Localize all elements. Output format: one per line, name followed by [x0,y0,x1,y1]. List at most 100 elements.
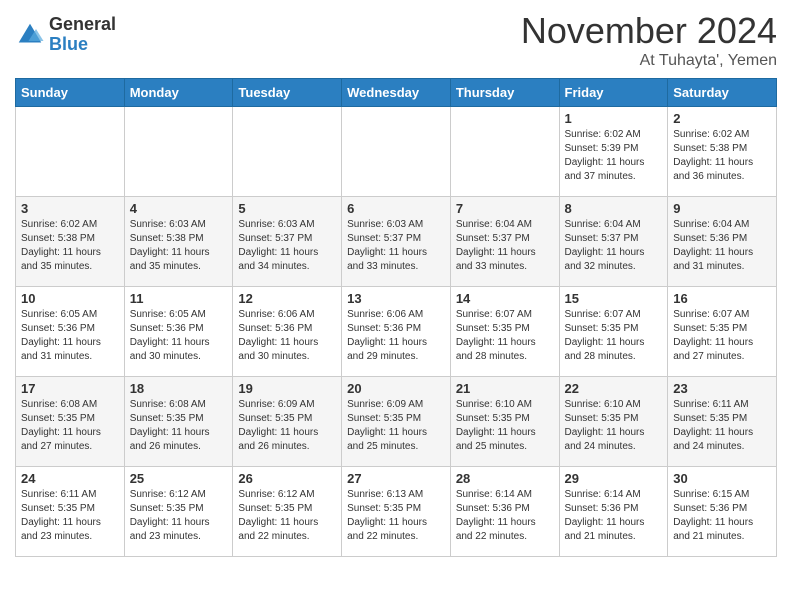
day-number: 2 [673,111,771,126]
day-number: 6 [347,201,445,216]
day-number: 8 [565,201,663,216]
day-number: 17 [21,381,119,396]
day-info: Sunrise: 6:03 AM Sunset: 5:38 PM Dayligh… [130,218,228,274]
day-info: Sunrise: 6:04 AM Sunset: 5:36 PM Dayligh… [673,218,771,274]
day-info: Sunrise: 6:07 AM Sunset: 5:35 PM Dayligh… [565,308,663,364]
day-number: 16 [673,291,771,306]
day-cell: 13Sunrise: 6:06 AM Sunset: 5:36 PM Dayli… [342,287,451,377]
day-info: Sunrise: 6:09 AM Sunset: 5:35 PM Dayligh… [238,398,336,454]
day-cell: 25 Sunrise: 6:12 AM Sunset: 5:35 PM Dayli… [124,467,233,557]
day-info: Sunrise: 6:08 AM Sunset: 5:35 PM Dayligh… [21,398,119,454]
day-info: Sunrise: 6:04 AM Sunset: 5:37 PM Dayligh… [456,218,554,274]
weekday-header-monday: Monday [124,79,233,107]
day-info: Sunrise: 6:10 AM Sunset: 5:35 PM Dayligh… [456,398,554,454]
weekday-header-thursday: Thursday [450,79,559,107]
day-number: 15 [565,291,663,306]
day-cell: 24 Sunrise: 6:11 AM Sunset: 5:35 PM Dayli… [16,467,125,557]
header: General Blue November 2024 At Tuhayta', … [15,10,777,70]
day-cell: 11Sunrise: 6:05 AM Sunset: 5:36 PM Dayli… [124,287,233,377]
day-info: Sunrise: 6:12 AM Sunset: 5:35 PM Dayligh… [130,488,228,544]
day-number: 9 [673,201,771,216]
day-number: 4 [130,201,228,216]
day-cell: 28 Sunrise: 6:14 AM Sunset: 5:36 PM Dayli… [450,467,559,557]
day-number: 22 [565,381,663,396]
day-number: 28 [456,471,554,486]
day-cell: 19 Sunrise: 6:09 AM Sunset: 5:35 PM Dayli… [233,377,342,467]
location: At Tuhayta', Yemen [521,52,777,70]
day-number: 3 [21,201,119,216]
day-number: 5 [238,201,336,216]
day-number: 26 [238,471,336,486]
logo-blue-text: Blue [49,35,116,55]
day-cell: 8Sunrise: 6:04 AM Sunset: 5:37 PM Daylig… [559,197,668,287]
day-number: 12 [238,291,336,306]
week-row-1: 3 Sunrise: 6:02 AM Sunset: 5:38 PM Daylig… [16,197,777,287]
day-number: 27 [347,471,445,486]
day-cell: 4 Sunrise: 6:03 AM Sunset: 5:38 PM Daylig… [124,197,233,287]
day-cell [233,107,342,197]
day-info: Sunrise: 6:02 AM Sunset: 5:38 PM Dayligh… [21,218,119,274]
day-cell: 16 Sunrise: 6:07 AM Sunset: 5:35 PM Dayli… [668,287,777,377]
day-cell: 14 Sunrise: 6:07 AM Sunset: 5:35 PM Dayli… [450,287,559,377]
day-cell: 7Sunrise: 6:04 AM Sunset: 5:37 PM Daylig… [450,197,559,287]
day-number: 23 [673,381,771,396]
day-info: Sunrise: 6:02 AM Sunset: 5:39 PM Dayligh… [565,128,663,184]
day-number: 13 [347,291,445,306]
day-cell [342,107,451,197]
day-cell: 30Sunrise: 6:15 AM Sunset: 5:36 PM Dayli… [668,467,777,557]
day-number: 14 [456,291,554,306]
day-cell [450,107,559,197]
day-info: Sunrise: 6:12 AM Sunset: 5:35 PM Dayligh… [238,488,336,544]
day-info: Sunrise: 6:03 AM Sunset: 5:37 PM Dayligh… [238,218,336,274]
week-row-4: 24 Sunrise: 6:11 AM Sunset: 5:35 PM Dayli… [16,467,777,557]
day-cell: 6Sunrise: 6:03 AM Sunset: 5:37 PM Daylig… [342,197,451,287]
weekday-header-wednesday: Wednesday [342,79,451,107]
day-number: 10 [21,291,119,306]
day-number: 29 [565,471,663,486]
day-cell: 20 Sunrise: 6:09 AM Sunset: 5:35 PM Dayli… [342,377,451,467]
logo-text: General Blue [49,15,116,55]
day-cell: 15 Sunrise: 6:07 AM Sunset: 5:35 PM Dayli… [559,287,668,377]
day-info: Sunrise: 6:05 AM Sunset: 5:36 PM Dayligh… [21,308,119,364]
weekday-header-friday: Friday [559,79,668,107]
day-number: 25 [130,471,228,486]
week-row-3: 17 Sunrise: 6:08 AM Sunset: 5:35 PM Dayli… [16,377,777,467]
day-cell: 23Sunrise: 6:11 AM Sunset: 5:35 PM Dayli… [668,377,777,467]
day-cell: 10 Sunrise: 6:05 AM Sunset: 5:36 PM Dayli… [16,287,125,377]
day-cell: 22 Sunrise: 6:10 AM Sunset: 5:35 PM Dayli… [559,377,668,467]
day-info: Sunrise: 6:14 AM Sunset: 5:36 PM Dayligh… [456,488,554,544]
day-number: 19 [238,381,336,396]
day-cell: 18 Sunrise: 6:08 AM Sunset: 5:35 PM Dayli… [124,377,233,467]
day-info: Sunrise: 6:10 AM Sunset: 5:35 PM Dayligh… [565,398,663,454]
day-info: Sunrise: 6:08 AM Sunset: 5:35 PM Dayligh… [130,398,228,454]
weekday-header-row: SundayMondayTuesdayWednesdayThursdayFrid… [16,79,777,107]
day-info: Sunrise: 6:11 AM Sunset: 5:35 PM Dayligh… [21,488,119,544]
day-info: Sunrise: 6:05 AM Sunset: 5:36 PM Dayligh… [130,308,228,364]
day-info: Sunrise: 6:13 AM Sunset: 5:35 PM Dayligh… [347,488,445,544]
day-number: 24 [21,471,119,486]
calendar-table: SundayMondayTuesdayWednesdayThursdayFrid… [15,78,777,557]
day-cell: 2 Sunrise: 6:02 AM Sunset: 5:38 PM Daylig… [668,107,777,197]
day-info: Sunrise: 6:07 AM Sunset: 5:35 PM Dayligh… [456,308,554,364]
page: General Blue November 2024 At Tuhayta', … [0,0,792,572]
weekday-header-tuesday: Tuesday [233,79,342,107]
day-cell: 3 Sunrise: 6:02 AM Sunset: 5:38 PM Daylig… [16,197,125,287]
weekday-header-saturday: Saturday [668,79,777,107]
week-row-2: 10 Sunrise: 6:05 AM Sunset: 5:36 PM Dayli… [16,287,777,377]
month-title: November 2024 [521,10,777,52]
day-number: 18 [130,381,228,396]
day-cell: 1 Sunrise: 6:02 AM Sunset: 5:39 PM Daylig… [559,107,668,197]
day-cell: 9 Sunrise: 6:04 AM Sunset: 5:36 PM Daylig… [668,197,777,287]
day-info: Sunrise: 6:02 AM Sunset: 5:38 PM Dayligh… [673,128,771,184]
day-info: Sunrise: 6:09 AM Sunset: 5:35 PM Dayligh… [347,398,445,454]
day-info: Sunrise: 6:06 AM Sunset: 5:36 PM Dayligh… [238,308,336,364]
day-cell: 29Sunrise: 6:14 AM Sunset: 5:36 PM Dayli… [559,467,668,557]
day-number: 1 [565,111,663,126]
day-number: 20 [347,381,445,396]
week-row-0: 1 Sunrise: 6:02 AM Sunset: 5:39 PM Daylig… [16,107,777,197]
logo: General Blue [15,15,116,55]
day-number: 30 [673,471,771,486]
day-info: Sunrise: 6:07 AM Sunset: 5:35 PM Dayligh… [673,308,771,364]
day-cell [124,107,233,197]
day-number: 21 [456,381,554,396]
